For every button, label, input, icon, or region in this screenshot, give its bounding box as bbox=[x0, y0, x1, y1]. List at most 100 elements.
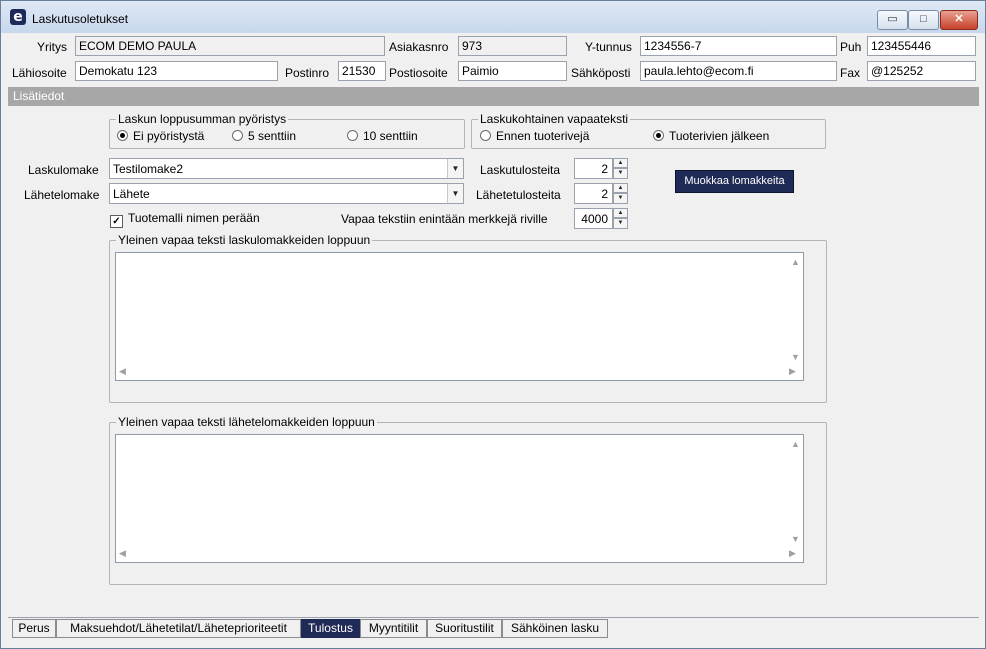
edit-forms-button[interactable]: Muokkaa lomakkeita bbox=[675, 170, 794, 193]
rounding-group-title: Laskun loppusumman pyöristys bbox=[116, 112, 289, 126]
fax-label: Fax bbox=[840, 66, 861, 80]
tab-myyntitilit[interactable]: Myyntitilit bbox=[360, 619, 427, 638]
vertical-scrollbar[interactable]: ▲ ▼ bbox=[787, 435, 803, 548]
maxchars-spinner[interactable]: 4000 ▲ ▼ bbox=[574, 208, 628, 229]
radio-before-rows[interactable]: Ennen tuoterivejä bbox=[480, 129, 589, 143]
radio-dot bbox=[232, 130, 243, 141]
fax-field[interactable]: @125252 bbox=[867, 61, 976, 81]
tab-divider bbox=[8, 617, 979, 618]
lahiosoite-label: Lähiosoite bbox=[12, 66, 67, 80]
invoice-text-content bbox=[116, 253, 803, 259]
lahetelomake-label: Lähetelomake bbox=[24, 188, 100, 202]
lahetetulosteita-label: Lähetetulosteita bbox=[476, 188, 561, 202]
radio-dot bbox=[117, 130, 128, 141]
delivery-text-title: Yleinen vapaa teksti lähetelomakkeiden l… bbox=[116, 415, 377, 429]
spin-down-icon[interactable]: ▼ bbox=[613, 193, 628, 204]
laskulomake-select[interactable]: Testilomake2 ▼ bbox=[109, 158, 464, 179]
invoice-text-area[interactable]: ▲ ▼ ◀ ▶ bbox=[115, 252, 804, 381]
scroll-down-icon[interactable]: ▼ bbox=[791, 534, 800, 544]
laskulomake-label: Laskulomake bbox=[28, 163, 99, 177]
radio-after-rows[interactable]: Tuoterivien jälkeen bbox=[653, 129, 769, 143]
maxchars-value[interactable]: 4000 bbox=[574, 208, 613, 229]
radio-label: Ei pyöristystä bbox=[133, 129, 205, 143]
lahiosoite-field[interactable]: Demokatu 123 bbox=[75, 61, 278, 81]
sahkoposti-field[interactable]: paula.lehto@ecom.fi bbox=[640, 61, 837, 81]
postinro-field[interactable]: 21530 bbox=[338, 61, 386, 81]
tab-suoritustilit[interactable]: Suoritustilit bbox=[427, 619, 502, 638]
puh-label: Puh bbox=[840, 40, 862, 54]
lahetetulosteita-spinner[interactable]: 2 ▲ ▼ bbox=[574, 183, 628, 204]
radio-label: Ennen tuoterivejä bbox=[496, 129, 590, 143]
window-title: Laskutusoletukset bbox=[32, 12, 129, 26]
tuotemalli-checkbox[interactable]: ✓ Tuotemalli nimen perään bbox=[110, 211, 260, 228]
freetext-group-title: Laskukohtainen vapaateksti bbox=[478, 112, 631, 126]
delivery-text-group: Yleinen vapaa teksti lähetelomakkeiden l… bbox=[109, 415, 827, 585]
vertical-scrollbar[interactable]: ▲ ▼ bbox=[787, 253, 803, 366]
spin-up-icon[interactable]: ▲ bbox=[613, 208, 628, 218]
radio-no-rounding[interactable]: Ei pyöristystä bbox=[117, 129, 204, 143]
app-icon: e bbox=[10, 9, 26, 25]
tab-sahkoinen-lasku[interactable]: Sähköinen lasku bbox=[502, 619, 608, 638]
delivery-text-area[interactable]: ▲ ▼ ◀ ▶ bbox=[115, 434, 804, 563]
laskutulosteita-spinner[interactable]: 2 ▲ ▼ bbox=[574, 158, 628, 179]
close-button[interactable]: ✕ bbox=[940, 10, 978, 30]
spin-down-icon[interactable]: ▼ bbox=[613, 218, 628, 229]
sahkoposti-label: Sähköposti bbox=[571, 66, 631, 80]
radio-label: 10 senttiin bbox=[363, 129, 418, 143]
scroll-left-icon[interactable]: ◀ bbox=[119, 366, 126, 377]
radio-label: Tuoterivien jälkeen bbox=[669, 129, 770, 143]
window: e Laskutusoletukset ▭ □ ✕ Yritys ECOM DE… bbox=[0, 0, 986, 649]
title-bar[interactable]: e Laskutusoletukset ▭ □ ✕ bbox=[1, 1, 985, 33]
spin-down-icon[interactable]: ▼ bbox=[613, 168, 628, 179]
radio-dot bbox=[480, 130, 491, 141]
asiakasnro-field[interactable]: 973 bbox=[458, 36, 567, 56]
ytunnus-field[interactable]: 1234556-7 bbox=[640, 36, 837, 56]
maximize-button[interactable]: □ bbox=[908, 10, 939, 30]
tab-perus[interactable]: Perus bbox=[12, 619, 56, 638]
ytunnus-label: Y-tunnus bbox=[585, 40, 632, 54]
horizontal-scrollbar[interactable]: ◀ ▶ bbox=[116, 364, 796, 380]
lahetelomake-value: Lähete bbox=[113, 187, 150, 201]
radio-5-cents[interactable]: 5 senttiin bbox=[232, 129, 296, 143]
laskutulosteita-value[interactable]: 2 bbox=[574, 158, 613, 179]
chevron-down-icon[interactable]: ▼ bbox=[447, 159, 463, 178]
freetext-group: Laskukohtainen vapaateksti Ennen tuoteri… bbox=[471, 112, 826, 149]
invoice-text-group: Yleinen vapaa teksti laskulomakkeiden lo… bbox=[109, 233, 827, 403]
yritys-field[interactable]: ECOM DEMO PAULA bbox=[75, 36, 385, 56]
check-icon[interactable]: ✓ bbox=[110, 215, 123, 228]
maxchars-label: Vapaa tekstiin enintään merkkejä riville bbox=[341, 212, 548, 226]
yritys-label: Yritys bbox=[37, 40, 67, 54]
radio-10-cents[interactable]: 10 senttiin bbox=[347, 129, 418, 143]
postiosoite-field[interactable]: Paimio bbox=[458, 61, 567, 81]
delivery-text-content bbox=[116, 435, 803, 441]
scroll-up-icon[interactable]: ▲ bbox=[791, 439, 800, 449]
radio-dot bbox=[653, 130, 664, 141]
spin-up-icon[interactable]: ▲ bbox=[613, 158, 628, 168]
tuotemalli-label: Tuotemalli nimen perään bbox=[128, 211, 260, 225]
rounding-group: Laskun loppusumman pyöristys Ei pyöristy… bbox=[109, 112, 465, 149]
tab-tulostus[interactable]: Tulostus bbox=[301, 619, 360, 638]
tab-maksuehdot[interactable]: Maksuehdot/Lähetetilat/Läheteprioriteeti… bbox=[56, 619, 301, 638]
scroll-up-icon[interactable]: ▲ bbox=[791, 257, 800, 267]
scroll-down-icon[interactable]: ▼ bbox=[791, 352, 800, 362]
laskutulosteita-label: Laskutulosteita bbox=[480, 163, 561, 177]
puh-field[interactable]: 123455446 bbox=[867, 36, 976, 56]
chevron-down-icon[interactable]: ▼ bbox=[447, 184, 463, 203]
postinro-label: Postinro bbox=[285, 66, 330, 80]
minimize-button[interactable]: ▭ bbox=[877, 10, 908, 30]
lahetelomake-select[interactable]: Lähete ▼ bbox=[109, 183, 464, 204]
lahetetulosteita-value[interactable]: 2 bbox=[574, 183, 613, 204]
radio-label: 5 senttiin bbox=[248, 129, 297, 143]
section-header: Lisätiedot bbox=[8, 87, 979, 106]
scroll-right-icon[interactable]: ▶ bbox=[789, 548, 796, 559]
scroll-right-icon[interactable]: ▶ bbox=[789, 366, 796, 377]
asiakasnro-label: Asiakasnro bbox=[389, 40, 449, 54]
radio-dot bbox=[347, 130, 358, 141]
horizontal-scrollbar[interactable]: ◀ ▶ bbox=[116, 546, 796, 562]
spin-up-icon[interactable]: ▲ bbox=[613, 183, 628, 193]
postiosoite-label: Postiosoite bbox=[389, 66, 448, 80]
laskulomake-value: Testilomake2 bbox=[113, 162, 184, 176]
scroll-left-icon[interactable]: ◀ bbox=[119, 548, 126, 559]
client-area: Yritys ECOM DEMO PAULA Asiakasnro 973 Y-… bbox=[8, 33, 979, 640]
invoice-text-title: Yleinen vapaa teksti laskulomakkeiden lo… bbox=[116, 233, 373, 247]
